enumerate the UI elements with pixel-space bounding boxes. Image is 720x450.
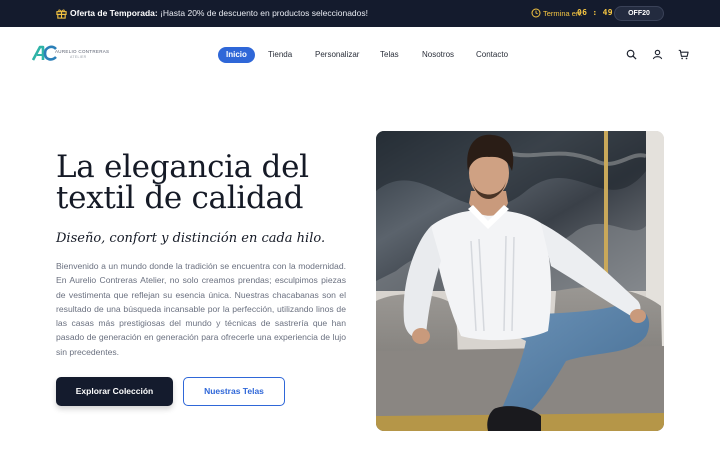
our-fabrics-button[interactable]: Nuestras Telas	[183, 377, 285, 406]
nav-personalizar[interactable]: Personalizar	[315, 47, 359, 63]
nav-tienda[interactable]: Tienda	[268, 47, 292, 63]
brand-logo[interactable]: AURELIO CONTRERAS ATELIER	[32, 43, 110, 65]
nav-inicio[interactable]: Inicio	[218, 47, 255, 63]
nav-nosotros[interactable]: Nosotros	[422, 47, 454, 63]
gift-icon	[56, 9, 67, 19]
promo-bar: Oferta de Temporada: ¡Hasta 20% de descu…	[0, 0, 720, 27]
promo-text: ¡Hasta 20% de descuento en productos sel…	[160, 8, 368, 18]
search-icon[interactable]	[626, 49, 637, 60]
promo-label: Oferta de Temporada:	[70, 8, 158, 18]
hero-description: Bienvenido a un mundo donde la tradición…	[56, 261, 346, 357]
brand-subtitle: ATELIER	[70, 55, 87, 59]
coupon-code-button[interactable]: OFF20	[614, 6, 664, 21]
hero-subtitle: Diseño, confort y distinción en cada hil…	[56, 231, 326, 246]
nav-contacto[interactable]: Contacto	[476, 47, 508, 63]
brand-name: AURELIO CONTRERAS	[55, 49, 110, 54]
hero-title: La elegancia del textil de calidad	[56, 149, 309, 216]
hero-model-photo	[376, 131, 664, 431]
explore-collection-button[interactable]: Explorar Colección	[56, 377, 173, 406]
nav-telas[interactable]: Telas	[380, 47, 399, 63]
clock-icon	[531, 8, 541, 18]
site-header: AURELIO CONTRERAS ATELIER Inicio Tienda …	[0, 27, 720, 83]
cart-icon[interactable]	[678, 49, 689, 60]
promo-message: Oferta de Temporada: ¡Hasta 20% de descu…	[70, 8, 368, 18]
user-icon[interactable]	[652, 49, 663, 60]
